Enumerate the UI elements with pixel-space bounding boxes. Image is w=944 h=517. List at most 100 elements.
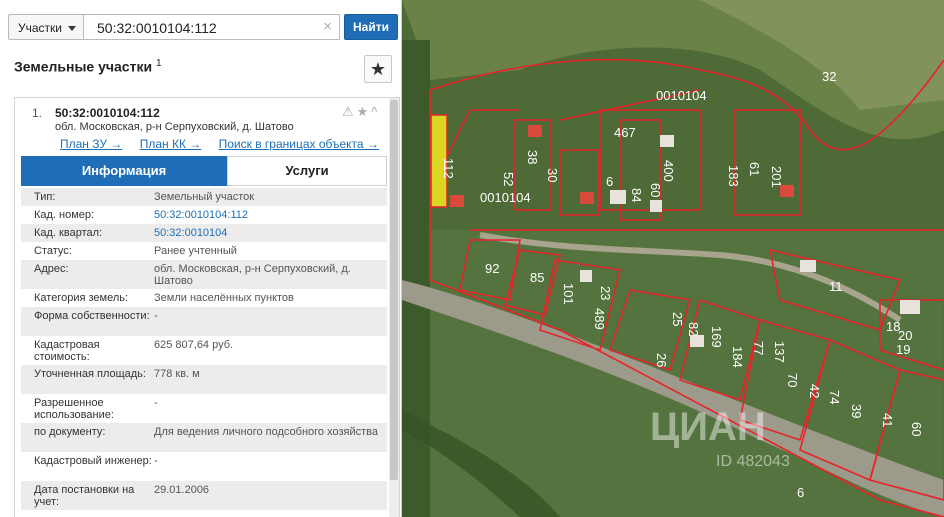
tab-info[interactable]: Информация bbox=[21, 156, 227, 186]
map-label-parcel: 400 bbox=[661, 160, 676, 182]
map-label-parcel: 112 bbox=[441, 158, 456, 179]
info-key: Дата постановки на учет: bbox=[34, 484, 135, 508]
info-row: Дата постановки на учет: 29.01.2006 bbox=[21, 481, 387, 510]
info-value-link[interactable]: 50:32:0010104:112 bbox=[154, 209, 380, 221]
info-row: Категория земель: Земли населённых пункто… bbox=[21, 289, 387, 307]
map-label-parcel: 61 bbox=[747, 162, 762, 176]
map-label-parcel: 74 bbox=[827, 390, 842, 404]
map-label-parcel: 52 bbox=[501, 172, 516, 186]
map-label-parcel: 184 bbox=[730, 346, 745, 368]
info-value: Ранее учтенный bbox=[154, 245, 237, 257]
map-label-parcel: 467 bbox=[614, 125, 636, 140]
map-label-parcel: 92 bbox=[485, 261, 499, 276]
map-label-parcel: 489 bbox=[592, 308, 607, 330]
map-label-parcel: 6 bbox=[606, 174, 613, 189]
map-label-cadastral-block: 0010104 bbox=[656, 88, 707, 103]
info-key: Уточненная площадь: bbox=[34, 368, 146, 380]
info-value: Земли населённых пунктов bbox=[154, 292, 294, 304]
map-label-parcel: 60 bbox=[909, 422, 924, 436]
result-count: 1 bbox=[155, 58, 162, 69]
map-label-parcel: 26 bbox=[654, 353, 669, 367]
info-value: Земельный участок bbox=[154, 191, 255, 203]
info-row: по документу: Для ведения личного подсобн… bbox=[21, 423, 387, 452]
map-label-parcel: 41 bbox=[880, 413, 895, 427]
map-label-parcel: 70 bbox=[785, 373, 800, 387]
search-bar: Участки 50:32:0010104:112 × Найти bbox=[8, 14, 398, 42]
map-label-parcel: 82 bbox=[686, 322, 701, 336]
link-plan-kk[interactable]: План КК → bbox=[140, 137, 202, 151]
map-label-parcel: 6 bbox=[797, 485, 804, 500]
map-label-parcel: 169 bbox=[709, 326, 724, 348]
map-label-parcel: 25 bbox=[670, 312, 685, 326]
map-label-parcel: 77 bbox=[751, 341, 766, 355]
info-key: Форма собственности: bbox=[34, 310, 150, 322]
info-key: Тип: bbox=[34, 191, 56, 203]
info-key: Категория земель: bbox=[34, 292, 129, 304]
search-type-select[interactable]: Участки bbox=[8, 14, 84, 40]
scrollbar-thumb[interactable] bbox=[390, 100, 398, 480]
map-label-parcel: 38 bbox=[525, 150, 540, 164]
tab-services[interactable]: Услуги bbox=[227, 156, 387, 186]
result-address: обл. Московская, р-н Серпуховский, д. Ша… bbox=[55, 121, 294, 133]
map-label-parcel: 42 bbox=[807, 384, 822, 398]
info-row: Статус: Ранее учтенный bbox=[21, 242, 387, 260]
info-value: 625 807,64 руб. bbox=[154, 339, 234, 351]
map-label-parcel: 201 bbox=[769, 166, 784, 188]
info-value-link[interactable]: 50:32:0010104 bbox=[154, 227, 380, 239]
watermark-id: ID 482043 bbox=[716, 453, 790, 470]
result-card: 1. 50:32:0010104:112 обл. Московская, р-… bbox=[14, 97, 400, 517]
map-label-quarter-number: 32 bbox=[822, 69, 836, 84]
info-row: Кадастровый инженер: - bbox=[21, 452, 387, 481]
map-label-parcel: 20 bbox=[898, 328, 912, 343]
info-row: Адрес: обл. Московская, р-н Серпуховский,… bbox=[21, 260, 387, 289]
info-value: обл. Московская, р-н Серпуховский, д. Ша… bbox=[154, 263, 351, 287]
info-key: по документу: bbox=[34, 426, 106, 438]
info-value: Для ведения личного подсобного хозяйства bbox=[154, 426, 378, 438]
map-label-parcel: 101 bbox=[561, 283, 576, 305]
info-row: Кадастровая стоимость: 625 807,64 руб. bbox=[21, 336, 387, 365]
caret-down-icon bbox=[68, 26, 76, 31]
result-tabs: Информация Услуги bbox=[21, 156, 387, 186]
result-links: План ЗУ → План КК → Поиск в границах объ… bbox=[60, 137, 393, 151]
result-cad-number[interactable]: 50:32:0010104:112 bbox=[55, 106, 160, 120]
map-label-parcel: 11 bbox=[829, 279, 843, 294]
map-label-parcel: 23 bbox=[598, 286, 613, 300]
info-table: Тип: Земельный участок Кад. номер: 50:32:0… bbox=[21, 188, 387, 510]
info-key: Кадастровая стоимость: bbox=[34, 339, 100, 363]
info-key: Адрес: bbox=[34, 263, 69, 275]
search-type-label: Участки bbox=[18, 21, 62, 35]
info-key: Кадастровый инженер: bbox=[34, 455, 152, 467]
watermark-logo: ЦИАН bbox=[650, 405, 766, 449]
map-label-parcel: 30 bbox=[545, 168, 560, 182]
link-search-in-bounds[interactable]: Поиск в границах объекта → bbox=[219, 137, 379, 151]
search-input[interactable]: 50:32:0010104:112 × bbox=[84, 14, 340, 40]
section-title: Земельные участки 1 bbox=[14, 58, 162, 75]
card-action-icons[interactable]: ⚠★^ bbox=[342, 104, 380, 120]
info-value: - bbox=[154, 310, 158, 322]
info-row: Форма собственности: - bbox=[21, 307, 387, 336]
info-key: Кад. номер: bbox=[34, 209, 95, 221]
result-index: 1. bbox=[32, 106, 43, 120]
info-key: Разрешенное использование: bbox=[34, 397, 114, 421]
favorites-button[interactable]: ★ bbox=[364, 55, 392, 83]
info-value: - bbox=[154, 455, 158, 467]
map-label-parcel: 85 bbox=[530, 270, 544, 285]
info-value: 778 кв. м bbox=[154, 368, 200, 380]
info-row: Уточненная площадь: 778 кв. м bbox=[21, 365, 387, 394]
info-row: Кад. номер: 50:32:0010104:112 bbox=[21, 206, 387, 224]
info-row: Кад. квартал: 50:32:0010104 bbox=[21, 224, 387, 242]
info-key: Кад. квартал: bbox=[34, 227, 103, 239]
find-button[interactable]: Найти bbox=[344, 14, 398, 40]
info-row: Разрешенное использование: - bbox=[21, 394, 387, 423]
scrollbar[interactable] bbox=[389, 98, 399, 517]
clear-icon[interactable]: × bbox=[323, 18, 332, 35]
map-label-parcel: 19 bbox=[896, 342, 910, 357]
search-panel: Участки 50:32:0010104:112 × Найти Земель… bbox=[0, 0, 402, 517]
section-title-text: Земельные участки bbox=[14, 58, 153, 75]
map-label-cadastral-block: 0010104 bbox=[480, 190, 531, 205]
map-label-parcel: 137 bbox=[772, 341, 787, 363]
search-query-text: 50:32:0010104:112 bbox=[97, 20, 217, 36]
info-value: - bbox=[154, 397, 158, 409]
link-plan-zu[interactable]: План ЗУ → bbox=[60, 137, 122, 151]
info-value: 29.01.2006 bbox=[154, 484, 210, 496]
